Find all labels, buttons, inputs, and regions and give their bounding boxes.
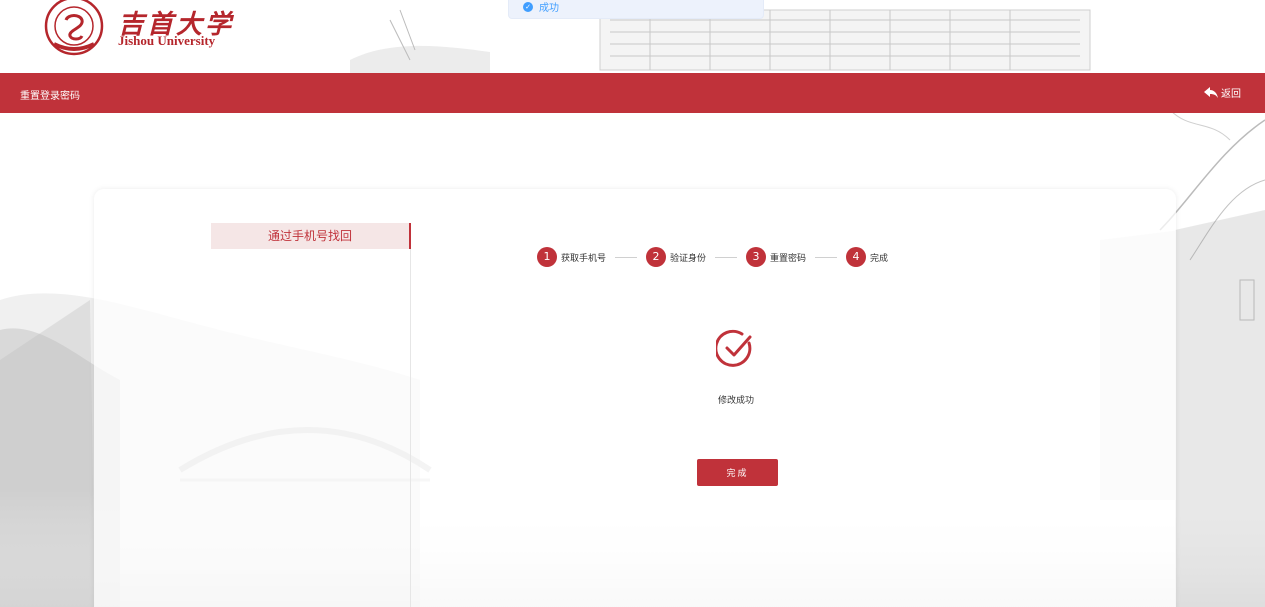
- step-connector: [715, 256, 738, 258]
- tab-phone-recovery[interactable]: 通过手机号找回: [211, 223, 411, 249]
- check-circle-icon: [716, 329, 752, 367]
- seal-logo-icon: [44, 0, 104, 56]
- back-label: 返回: [1221, 89, 1241, 100]
- step-label: 完成: [870, 253, 889, 264]
- side-divider: [410, 223, 411, 607]
- step-2: 2 验证身份: [646, 247, 706, 267]
- step-1: 1 获取手机号: [537, 247, 606, 267]
- step-number: 4: [846, 247, 867, 267]
- check-small-icon: ✓: [523, 1, 533, 12]
- logo-english-name: Jishou University: [118, 33, 216, 48]
- step-4: 4 完成: [846, 247, 888, 267]
- university-logo: 吉首大学 Jishou University: [42, 0, 242, 56]
- back-arrow-icon: [1204, 86, 1218, 98]
- step-connector: [615, 256, 638, 258]
- step-number: 1: [537, 247, 557, 267]
- reset-card: 通过手机号找回 1 获取手机号 2 验证身份 3 重置密码 4 完成 修改成功 …: [94, 189, 1176, 607]
- done-button[interactable]: 完成: [697, 459, 778, 486]
- step-label: 验证身份: [670, 253, 707, 264]
- nav-bar: 重置登录密码 返回: [0, 73, 1265, 113]
- step-number: 2: [646, 247, 667, 267]
- step-indicator: 1 获取手机号 2 验证身份 3 重置密码 4 完成: [537, 245, 888, 269]
- back-button[interactable]: 返回: [1204, 85, 1241, 100]
- step-label: 获取手机号: [561, 253, 607, 264]
- page-title: 重置登录密码: [20, 91, 80, 102]
- toast-text: 成功: [539, 3, 559, 14]
- success-message: 修改成功: [717, 396, 754, 406]
- success-toast: ✓ 成功: [508, 0, 764, 19]
- step-label: 重置密码: [770, 253, 807, 264]
- step-number: 3: [746, 247, 767, 267]
- step-connector: [815, 256, 838, 258]
- step-3: 3 重置密码: [746, 247, 806, 267]
